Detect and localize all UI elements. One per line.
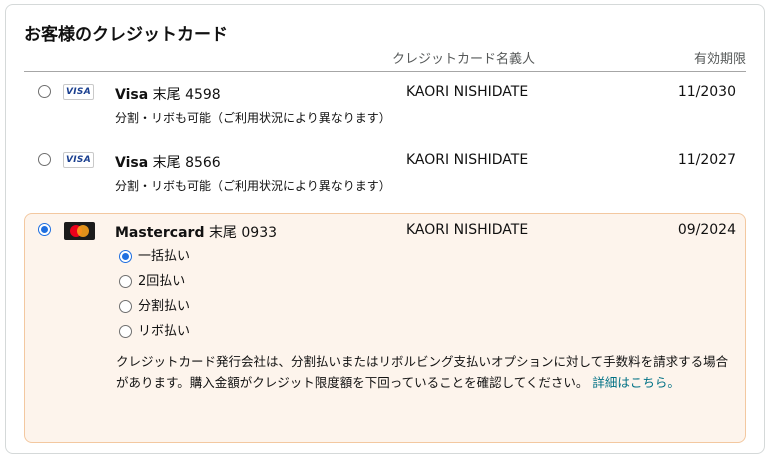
payment-radio-two-installments[interactable] [119,275,132,288]
card-expiry: 09/2024 [677,222,736,238]
card-radio-mastercard-0933[interactable] [38,223,51,236]
card-row-mastercard-0933[interactable]: Mastercard 末尾 0933 KAORI NISHIDATE 09/20… [24,213,746,443]
payment-option-label: 2回払い [138,274,186,289]
payment-radio-installments[interactable] [119,300,132,313]
mastercard-orange-circle [77,225,89,237]
card-row-visa-4598[interactable]: VISA Visa 末尾 4598 KAORI NISHIDATE 11/203… [24,72,746,138]
card-row-visa-8566[interactable]: VISA Visa 末尾 8566 KAORI NISHIDATE 11/202… [24,142,746,208]
visa-logo: VISA [63,84,94,100]
payment-option-label: 一括払い [138,249,191,264]
card-brand-label: Visa 末尾 8566 [115,155,221,171]
card-note: 分割・リボも可能（ご利用状況により異なります） [115,179,391,193]
card-brand-label: Mastercard 末尾 0933 [115,225,278,241]
column-header-expiry: 有効期限 [693,52,746,67]
card-expiry: 11/2027 [677,152,736,168]
card-radio-visa-4598[interactable] [38,85,51,98]
section-title: お客様のクレジットカード [24,25,228,45]
card-holder-name: KAORI NISHIDATE [406,222,529,238]
card-brand-label: Visa 末尾 4598 [115,87,221,103]
card-holder-name: KAORI NISHIDATE [406,84,529,100]
card-note: 分割・リボも可能（ご利用状況により異なります） [115,111,391,125]
payment-option-label: リボ払い [138,324,191,339]
visa-logo: VISA [63,152,94,168]
column-header-cardholder: クレジットカード名義人 [392,52,536,67]
installment-fee-disclaimer: クレジットカード発行会社は、分割払いまたはリボルビング支払いオプションに対して手… [116,351,738,393]
card-holder-name: KAORI NISHIDATE [406,152,529,168]
payment-radio-revolving[interactable] [119,325,132,338]
card-expiry: 11/2030 [677,84,736,100]
card-radio-visa-8566[interactable] [38,153,51,166]
details-link[interactable]: 詳細はこちら。 [592,375,680,390]
payment-option-label: 分割払い [138,299,191,314]
mastercard-logo [64,222,95,240]
payment-radio-lump-sum[interactable] [119,250,132,263]
